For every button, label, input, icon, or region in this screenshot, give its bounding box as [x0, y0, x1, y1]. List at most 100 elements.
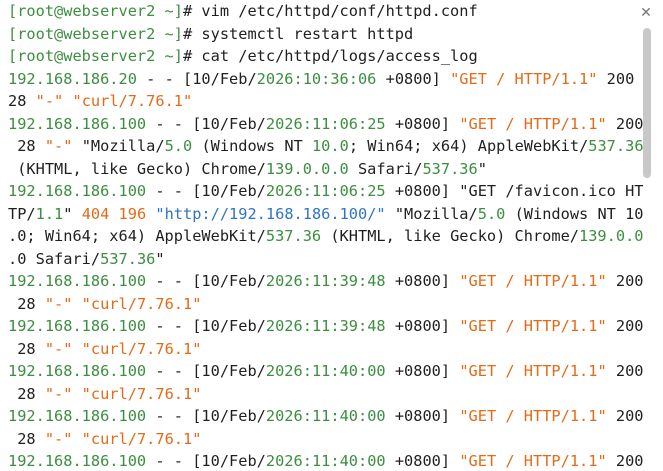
log-text: +0800]: [385, 362, 460, 380]
log-text: (KHTML, like Gecko) Chrome/: [321, 227, 580, 245]
log-text: TP/: [8, 204, 36, 223]
log-text: 192.168.186.20: [8, 69, 137, 88]
log-text: 2026:11:39:48: [265, 272, 386, 290]
log-text: "GET / HTTP/1.1": [459, 114, 607, 133]
log-text: "GET / HTTP/1.1": [450, 69, 598, 88]
terminal-line: 28 "-" "curl/7.76.1": [8, 428, 636, 451]
log-text: ": [155, 249, 165, 268]
terminal-line: 28 "-" "curl/7.76.1": [8, 293, 636, 316]
terminal-line: .0 Safari/537.36": [8, 248, 636, 271]
log-text: "GET / HTTP/1.1": [459, 317, 607, 335]
terminal-line: 192.168.186.100 - - [10/Feb/2026:11:40:0…: [8, 450, 644, 471]
log-text: 2026:10:36:06: [256, 69, 377, 88]
terminal-line: (KHTML, like Gecko) Chrome/139.0.0.0 Saf…: [8, 158, 636, 181]
terminal-line: 28 "-" "curl/7.76.1": [8, 90, 636, 113]
log-text: "GET / HTTP/1.1": [459, 407, 607, 425]
log-text: +0800]: [385, 272, 460, 290]
log-text: 200: [597, 69, 635, 88]
log-text: "http://192.168.186.100/": [146, 204, 386, 223]
log-text: 192.168.186.100: [8, 114, 147, 133]
log-text: # cat /etc/httpd/logs/access_log: [182, 47, 478, 65]
log-text: 139.0.0: [579, 227, 644, 245]
log-text: "GET / HTTP/1.1": [459, 272, 607, 290]
log-text: 537.36: [422, 159, 478, 178]
log-text: 192.168.186.100: [8, 182, 147, 200]
terminal-line: 192.168.186.100 - - [10/Feb/2026:11:40:0…: [8, 360, 644, 383]
terminal-line: 192.168.186.100 - - [10/Feb/2026:11:06:2…: [8, 180, 644, 203]
log-text: - - [10/Feb/: [146, 272, 266, 290]
terminal-line: [root@webserver2 ~]# cat /etc/httpd/logs…: [8, 45, 636, 68]
terminal-line: 28 "-" "curl/7.76.1": [8, 383, 636, 406]
terminal-line: [root@webserver2 ~]# vim /etc/httpd/conf…: [8, 0, 636, 23]
log-text: (KHTML, like Gecko) Chrome/: [8, 159, 266, 178]
shell-prompt: [root@webserver2 ~]: [8, 47, 183, 65]
terminal-line: 192.168.186.100 - - [10/Feb/2026:11:06:2…: [8, 113, 644, 136]
log-text: 2026:11:40:00: [265, 362, 386, 380]
log-text: # vim /etc/httpd/conf/httpd.conf: [182, 2, 478, 20]
log-text: - - [10/Feb/: [146, 317, 266, 335]
log-text: +0800]: [385, 407, 460, 425]
log-text: "-" "curl/7.76.1": [35, 92, 193, 110]
log-text: - - [10/Feb/: [146, 407, 266, 425]
log-text: 28: [8, 429, 45, 448]
log-text: - - [10/Feb/: [146, 182, 266, 200]
log-text: "Mozilla/: [72, 137, 165, 155]
terminal-line: .0; Win64; x64) AppleWebKit/537.36 (KHTM…: [8, 225, 643, 248]
terminal-line: 192.168.186.100 - - [10/Feb/2026:11:39:4…: [8, 315, 644, 338]
shell-prompt: [root@webserver2 ~]: [8, 2, 183, 20]
terminal-line: 192.168.186.20 - - [10/Feb/2026:10:36:06…: [8, 68, 636, 91]
log-text: "GET / HTTP/1.1": [459, 452, 607, 470]
terminal-line: [root@webserver2 ~]# systemctl restart h…: [8, 23, 636, 46]
log-text: "-" "curl/7.76.1": [44, 294, 202, 313]
log-text: 537.36: [100, 249, 156, 268]
log-text: 404 196: [81, 204, 147, 223]
terminal-output[interactable]: [root@webserver2 ~]# vim /etc/httpd/conf…: [8, 0, 644, 471]
log-text: 10.0: [311, 137, 349, 155]
log-text: 192.168.186.100: [8, 272, 147, 290]
log-text: +0800] "GET /favicon.ico HT: [385, 182, 644, 200]
log-text: 139.0.0.0: [265, 159, 349, 178]
log-text: 192.168.186.100: [8, 452, 147, 470]
log-text: 537.36: [265, 227, 322, 245]
log-text: ; Win64; x64) AppleWebKit/: [348, 137, 589, 155]
log-text: 5.0: [164, 137, 193, 155]
log-text: 537.36: [588, 137, 644, 155]
log-text: .0; Win64; x64) AppleWebKit/: [8, 227, 266, 245]
terminal-window[interactable]: [root@webserver2 ~]# vim /etc/httpd/conf…: [0, 0, 663, 471]
log-text: "-" "curl/7.76.1": [44, 429, 202, 448]
log-text: 28: [8, 92, 36, 110]
log-text: "-" "curl/7.76.1": [44, 339, 202, 358]
log-text: "Mozilla/: [385, 204, 478, 223]
log-text: 2026:11:06:25: [265, 114, 386, 133]
log-text: 2026:11:39:48: [265, 317, 386, 335]
log-text: 192.168.186.100: [8, 317, 147, 335]
log-text: 28: [8, 137, 45, 155]
log-text: "-": [44, 137, 73, 155]
log-text: +0800]: [385, 114, 460, 133]
log-text: (Windows NT: [192, 137, 312, 155]
log-text: # systemctl restart httpd: [182, 24, 414, 43]
log-text: 192.168.186.100: [8, 362, 147, 380]
log-text: +0800]: [385, 317, 460, 335]
log-text: 192.168.186.100: [8, 407, 147, 425]
terminal-line: TP/1.1" 404 196 "http://192.168.186.100/…: [8, 203, 644, 226]
log-text: 2026:11:40:00: [265, 407, 386, 425]
log-text: 1.1: [35, 204, 64, 223]
scrollbar-track[interactable]: [643, 26, 651, 466]
terminal-line: 192.168.186.100 - - [10/Feb/2026:11:40:0…: [8, 405, 644, 428]
shell-prompt: [root@webserver2 ~]: [8, 24, 183, 43]
log-text: 28: [8, 339, 45, 358]
close-icon[interactable]: ✕: [635, 2, 657, 24]
log-text: 5.0: [477, 204, 506, 223]
log-text: ": [63, 204, 82, 223]
scrollbar[interactable]: ✕: [637, 0, 659, 471]
log-text: 28: [8, 294, 45, 313]
scrollbar-thumb[interactable]: [643, 28, 651, 178]
log-text: 2026:11:40:00: [265, 452, 386, 470]
log-text: +0800]: [385, 452, 460, 470]
log-text: .0 Safari/: [8, 249, 101, 268]
log-text: "-" "curl/7.76.1": [44, 384, 202, 403]
log-text: - - [10/Feb/: [146, 114, 266, 133]
terminal-line: 192.168.186.100 - - [10/Feb/2026:11:39:4…: [8, 270, 644, 293]
log-text: 2026:11:06:25: [265, 182, 386, 200]
